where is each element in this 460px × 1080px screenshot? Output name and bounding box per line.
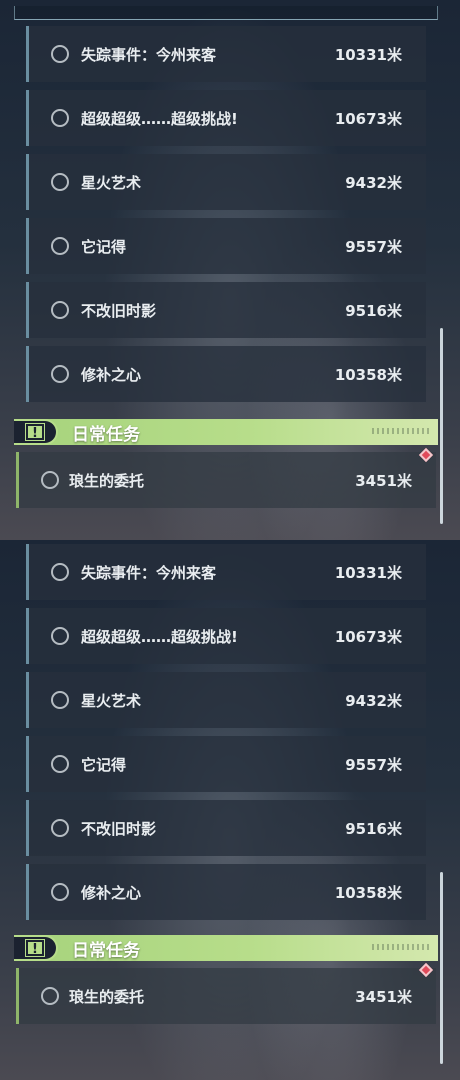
quest-panel-top: 失踪事件：今州来客 10331米 超级超级……超级挑战! 10673米 星火艺术… — [0, 0, 460, 540]
quest-row[interactable]: 星火艺术 9432米 — [26, 672, 426, 728]
quest-name: 修补之心 — [81, 883, 142, 902]
header-decoration — [372, 428, 432, 434]
quest-status-circle-icon — [51, 563, 69, 581]
quest-distance: 10673米 — [334, 109, 402, 128]
quest-status-circle-icon — [51, 237, 69, 255]
quest-distance: 10331米 — [334, 45, 402, 64]
quest-row[interactable]: 失踪事件：今州来客 10331米 — [26, 544, 426, 600]
quest-status-circle-icon — [41, 987, 59, 1005]
exclamation-box-icon: ! — [25, 939, 45, 957]
quest-name: 不改旧时影 — [81, 819, 157, 838]
quest-status-circle-icon — [51, 691, 69, 709]
daily-quests-title: 日常任务 — [72, 424, 140, 445]
quest-row[interactable]: 超级超级……超级挑战! 10673米 — [26, 608, 426, 664]
quest-distance: 9557米 — [345, 755, 402, 774]
quest-name: 修补之心 — [81, 365, 142, 384]
quest-name: 它记得 — [81, 237, 127, 256]
daily-quest-row[interactable]: 琅生的委托 3451米 — [16, 452, 436, 508]
quest-distance: 9516米 — [345, 819, 402, 838]
quest-distance: 10358米 — [334, 883, 402, 902]
daily-quest-row[interactable]: 琅生的委托 3451米 — [16, 968, 436, 1024]
quest-name: 超级超级……超级挑战! — [81, 627, 238, 646]
quest-status-circle-icon — [51, 173, 69, 191]
quest-row[interactable]: 修补之心 10358米 — [26, 864, 426, 920]
quest-distance: 9516米 — [345, 301, 402, 320]
exclamation-box-icon: ! — [25, 423, 45, 441]
daily-quest-name: 琅生的委托 — [69, 471, 145, 490]
quest-name: 不改旧时影 — [81, 301, 157, 320]
quest-row[interactable]: 失踪事件：今州来客 10331米 — [26, 26, 426, 82]
quest-name: 星火艺术 — [81, 173, 142, 192]
quest-name: 超级超级……超级挑战! — [81, 109, 238, 128]
quest-name: 失踪事件：今州来客 — [81, 563, 217, 582]
quest-status-circle-icon — [51, 883, 69, 901]
quest-row[interactable]: 不改旧时影 9516米 — [26, 282, 426, 338]
quest-distance: 10331米 — [334, 563, 402, 582]
quest-name: 它记得 — [81, 755, 127, 774]
quest-row[interactable]: 不改旧时影 9516米 — [26, 800, 426, 856]
quest-distance: 9432米 — [345, 691, 402, 710]
scrollbar-thumb[interactable] — [440, 328, 443, 524]
scrollbar-thumb[interactable] — [440, 872, 443, 1064]
daily-quests-header[interactable]: ! 日常任务 — [14, 935, 438, 961]
daily-quests-title: 日常任务 — [72, 940, 140, 961]
quest-row[interactable]: 超级超级……超级挑战! 10673米 — [26, 90, 426, 146]
daily-header-icon-box: ! — [14, 419, 58, 445]
quest-status-circle-icon — [51, 755, 69, 773]
quest-status-circle-icon — [51, 45, 69, 63]
quest-name: 星火艺术 — [81, 691, 142, 710]
daily-quest-name: 琅生的委托 — [69, 987, 145, 1006]
panel-frame-top — [14, 6, 438, 20]
quest-status-circle-icon — [51, 301, 69, 319]
quest-row[interactable]: 它记得 9557米 — [26, 218, 426, 274]
daily-header-icon-box: ! — [14, 935, 58, 961]
quest-distance: 9557米 — [345, 237, 402, 256]
quest-status-circle-icon — [41, 471, 59, 489]
quest-panel-bottom: 失踪事件：今州来客 10331米 超级超级……超级挑战! 10673米 星火艺术… — [0, 540, 460, 1080]
daily-quest-distance: 3451米 — [355, 471, 412, 490]
quest-status-circle-icon — [51, 627, 69, 645]
daily-quests-header[interactable]: ! 日常任务 — [14, 419, 438, 445]
daily-quest-distance: 3451米 — [355, 987, 412, 1006]
quest-distance: 9432米 — [345, 173, 402, 192]
header-decoration — [372, 944, 432, 950]
quest-status-circle-icon — [51, 819, 69, 837]
quest-row[interactable]: 它记得 9557米 — [26, 736, 426, 792]
quest-distance: 10358米 — [334, 365, 402, 384]
quest-status-circle-icon — [51, 365, 69, 383]
quest-row[interactable]: 修补之心 10358米 — [26, 346, 426, 402]
quest-row[interactable]: 星火艺术 9432米 — [26, 154, 426, 210]
quest-name: 失踪事件：今州来客 — [81, 45, 217, 64]
quest-distance: 10673米 — [334, 627, 402, 646]
quest-status-circle-icon — [51, 109, 69, 127]
